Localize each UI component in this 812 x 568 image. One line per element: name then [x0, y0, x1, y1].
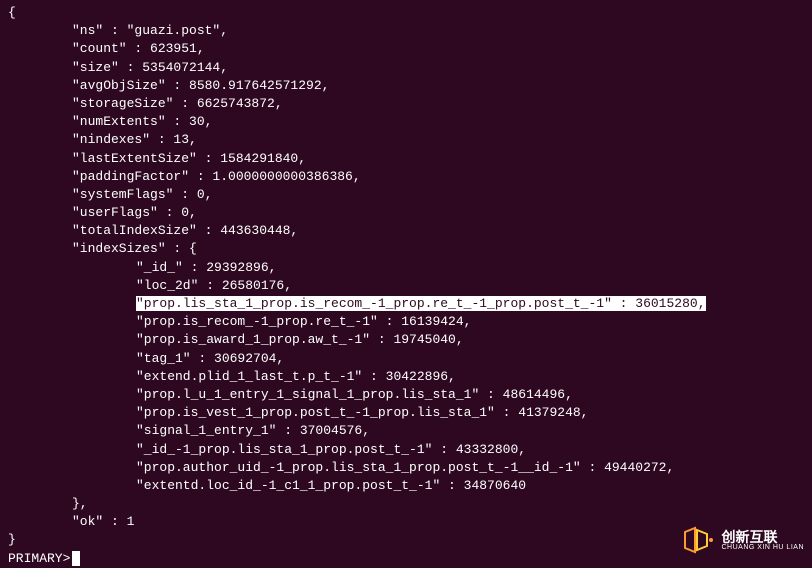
- json-field-totalindexsize: "totalIndexSize" : 443630448,: [8, 222, 804, 240]
- json-index-extend-plid: "extend.plid_1_last_t.p_t_-1" : 30422896…: [8, 368, 804, 386]
- terminal-prompt: PRIMARY>: [8, 550, 70, 568]
- json-field-paddingfactor: "paddingFactor" : 1.0000000000386386,: [8, 168, 804, 186]
- json-index-author: "prop.author_uid_-1_prop.lis_sta_1_prop.…: [8, 459, 804, 477]
- json-index-lu: "prop.l_u_1_entry_1_signal_1_prop.lis_st…: [8, 386, 804, 404]
- json-field-size: "size" : 5354072144,: [8, 59, 804, 77]
- json-field-numextents: "numExtents" : 30,: [8, 113, 804, 131]
- json-field-userflags: "userFlags" : 0,: [8, 204, 804, 222]
- json-field-count: "count" : 623951,: [8, 40, 804, 58]
- json-index-signal: "signal_1_entry_1" : 37004576,: [8, 422, 804, 440]
- watermark-text: 创新互联 CHUANG XIN HU LIAN: [721, 530, 804, 551]
- json-field-indexsizes-close: },: [8, 495, 804, 513]
- json-index-highlighted-row: "prop.lis_sta_1_prop.is_recom_-1_prop.re…: [8, 295, 804, 313]
- highlighted-text[interactable]: "prop.lis_sta_1_prop.is_recom_-1_prop.re…: [136, 296, 706, 311]
- json-field-systemflags: "systemFlags" : 0,: [8, 186, 804, 204]
- watermark-text-sub: CHUANG XIN HU LIAN: [721, 544, 804, 551]
- json-index-loc2d: "loc_2d" : 26580176,: [8, 277, 804, 295]
- json-index-award: "prop.is_award_1_prop.aw_t_-1" : 1974504…: [8, 331, 804, 349]
- json-index-recom: "prop.is_recom_-1_prop.re_t_-1" : 161394…: [8, 313, 804, 331]
- json-field-ns: "ns" : "guazi.post",: [8, 22, 804, 40]
- json-index-id-lis: "_id_-1_prop.lis_sta_1_prop.post_t_-1" :…: [8, 441, 804, 459]
- terminal-cursor: [72, 551, 80, 566]
- watermark-text-main: 创新互联: [721, 530, 804, 544]
- json-index-tag: "tag_1" : 30692704,: [8, 350, 804, 368]
- json-field-nindexes: "nindexes" : 13,: [8, 131, 804, 149]
- json-field-avgobjsize: "avgObjSize" : 8580.917642571292,: [8, 77, 804, 95]
- json-index-id: "_id_" : 29392896,: [8, 259, 804, 277]
- json-field-lastextentsize: "lastExtentSize" : 1584291840,: [8, 150, 804, 168]
- json-index-vest: "prop.is_vest_1_prop.post_t_-1_prop.lis_…: [8, 404, 804, 422]
- watermark-logo-icon: [683, 526, 717, 554]
- json-field-indexsizes-open: "indexSizes" : {: [8, 240, 804, 258]
- json-field-storagesize: "storageSize" : 6625743872,: [8, 95, 804, 113]
- watermark: 创新互联 CHUANG XIN HU LIAN: [683, 526, 804, 554]
- json-open-brace: {: [8, 4, 804, 22]
- json-index-extentd: "extentd.loc_id_-1_c1_1_prop.post_t_-1" …: [8, 477, 804, 495]
